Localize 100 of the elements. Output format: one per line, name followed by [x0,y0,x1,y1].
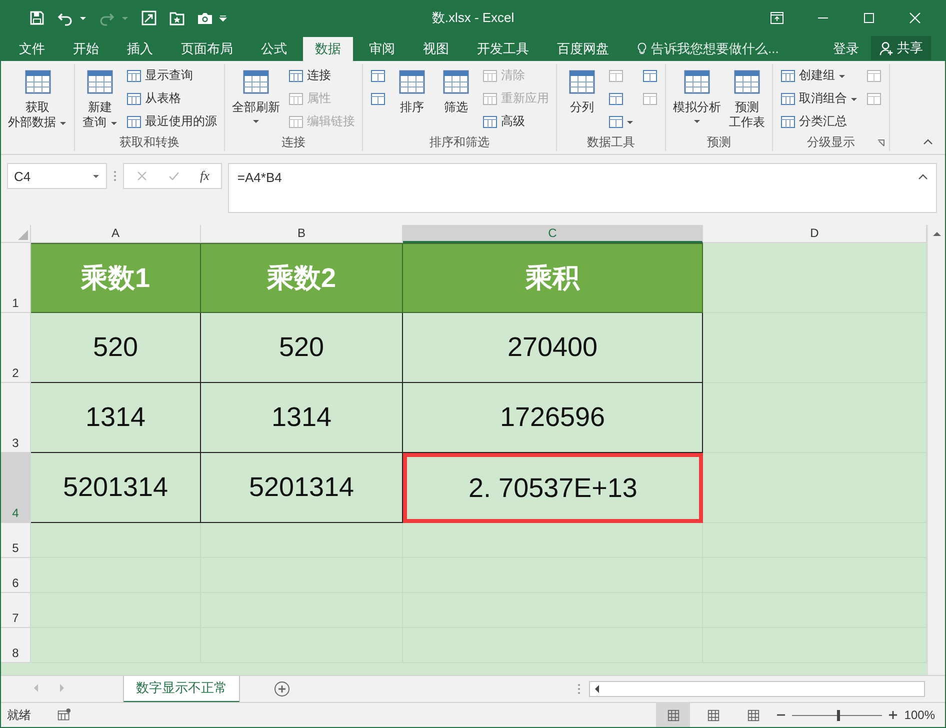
column-header[interactable]: D [703,225,927,243]
ribbon-tab[interactable]: 百度网盘 [545,37,621,61]
macro-record-icon[interactable] [57,708,71,722]
row-header[interactable]: 1 [1,243,31,313]
ribbon-button[interactable]: 取消组合 [777,87,861,110]
collapse-icon[interactable] [918,174,928,180]
formula-field[interactable]: =A4*B4 [228,163,937,213]
share-button[interactable]: 共享 [871,36,931,60]
ribbon-button[interactable]: 连接 [285,64,358,87]
sheet-icon [126,68,142,84]
ribbon-display-icon[interactable] [769,10,785,26]
lightbulb-icon [637,42,647,56]
group-label: 连接 [282,134,306,151]
add-sheet-icon[interactable] [274,681,290,697]
view-icon [666,708,680,722]
ribbon-button[interactable]: 显示查询 [123,64,220,87]
launcher-icon[interactable] [877,139,885,148]
row-header[interactable]: 4 [1,453,31,523]
header-cell: 乘数1 [31,243,201,313]
ribbon-tab[interactable]: 开发工具 [465,37,541,61]
group-label: 排序和筛选 [430,134,490,151]
dots-icon [113,170,117,182]
ribbon-tab[interactable]: 数据 [303,37,353,61]
sheet-icon [866,68,882,84]
column-header[interactable]: C [403,225,703,243]
sheet-icon [642,68,658,84]
sheet-icon [288,90,304,106]
view-icon [746,708,760,722]
sheet-icon [288,114,304,130]
ribbon-tab[interactable]: 审阅 [357,37,407,61]
sheet-icon [780,90,796,106]
sheet-icon [608,90,624,106]
save-icon[interactable] [29,10,45,26]
column-header[interactable]: B [201,225,403,243]
ribbon-button[interactable]: 分类汇总 [777,110,861,133]
ribbon-tab[interactable]: 公式 [249,37,299,61]
sheet-icon [780,114,796,130]
ribbon-button[interactable]: 筛选 [435,64,477,117]
group-label: 预测 [707,134,731,151]
ribbon-button[interactable]: 高级 [479,110,552,133]
horizontal-scrollbar[interactable] [589,681,925,697]
zoom-level: 100% [904,708,935,722]
table-cell: 270400 [403,313,703,383]
customize-icon[interactable] [219,14,227,22]
collapse-icon[interactable] [923,139,933,145]
ribbon-tab[interactable]: 文件 [7,37,57,61]
sheet-icon [608,68,624,84]
row-header[interactable]: 3 [1,383,31,453]
sheet-icon [482,68,498,84]
row-header[interactable]: 8 [1,628,31,663]
column-header[interactable]: A [31,225,201,243]
check-icon[interactable] [168,170,180,182]
header-cell: 乘积 [403,243,703,313]
ribbon-button[interactable]: 从表格 [123,87,220,110]
sheet-icon [642,90,658,106]
ribbon-tab[interactable]: 页面布局 [169,37,245,61]
sheet-icon [780,68,796,84]
view-button[interactable] [656,703,690,727]
table-cell: 5201314 [201,453,403,523]
sheet-icon [126,90,142,106]
sheet-icon [288,68,304,84]
row-header[interactable]: 6 [1,558,31,593]
sheet-icon [126,114,142,130]
ribbon-button[interactable]: 预测 工作表 [726,64,768,132]
ribbon-tab[interactable]: 开始 [61,37,111,61]
ribbon-button[interactable]: 最近使用的源 [123,110,220,133]
ribbon-button[interactable]: 获取 外部数据 [5,64,70,132]
group-label: 数据工具 [587,134,635,151]
row-header[interactable]: 2 [1,313,31,383]
close-icon[interactable] [907,10,923,26]
caret-icon [693,117,701,125]
group-label: 获取和转换 [120,134,180,151]
star-folder-icon[interactable] [169,10,185,26]
scroll-left-icon[interactable] [594,684,600,694]
row-header[interactable]: 5 [1,523,31,558]
ribbon-button[interactable]: 模拟分析 [670,64,724,127]
sheet-icon [866,90,882,106]
ribbon-tab[interactable]: 插入 [115,37,165,61]
ribbon-button[interactable]: 排序 [391,64,433,117]
table-cell: 1314 [201,383,403,453]
sheet-tab[interactable]: 数字显示不正常 [123,676,240,703]
view-icon [706,708,720,722]
resize-icon[interactable] [141,10,157,26]
zoom-in-icon[interactable] [888,710,898,720]
sign-in-link[interactable]: 登录 [833,37,859,61]
ribbon-button[interactable]: 创建组 [777,64,861,87]
person-add-icon [879,40,894,56]
ribbon-tab[interactable]: 视图 [411,37,461,61]
name-box[interactable]: C4 [7,163,107,189]
ribbon-button[interactable]: 全部刷新 [229,64,283,127]
table-cell: 520 [201,313,403,383]
tell-me-field[interactable]: 告诉我您想要做什么... [651,40,779,58]
sheet-icon [608,114,624,130]
scroll-up-icon[interactable] [932,231,942,237]
ribbon-button[interactable]: 分列 [561,64,603,117]
ribbon-button[interactable]: 新建 查询 [79,64,121,132]
row-header[interactable]: 7 [1,593,31,628]
sheet-icon [370,68,386,84]
insert-function-button[interactable]: fx [200,168,210,184]
table-cell: 1726596 [403,383,703,453]
